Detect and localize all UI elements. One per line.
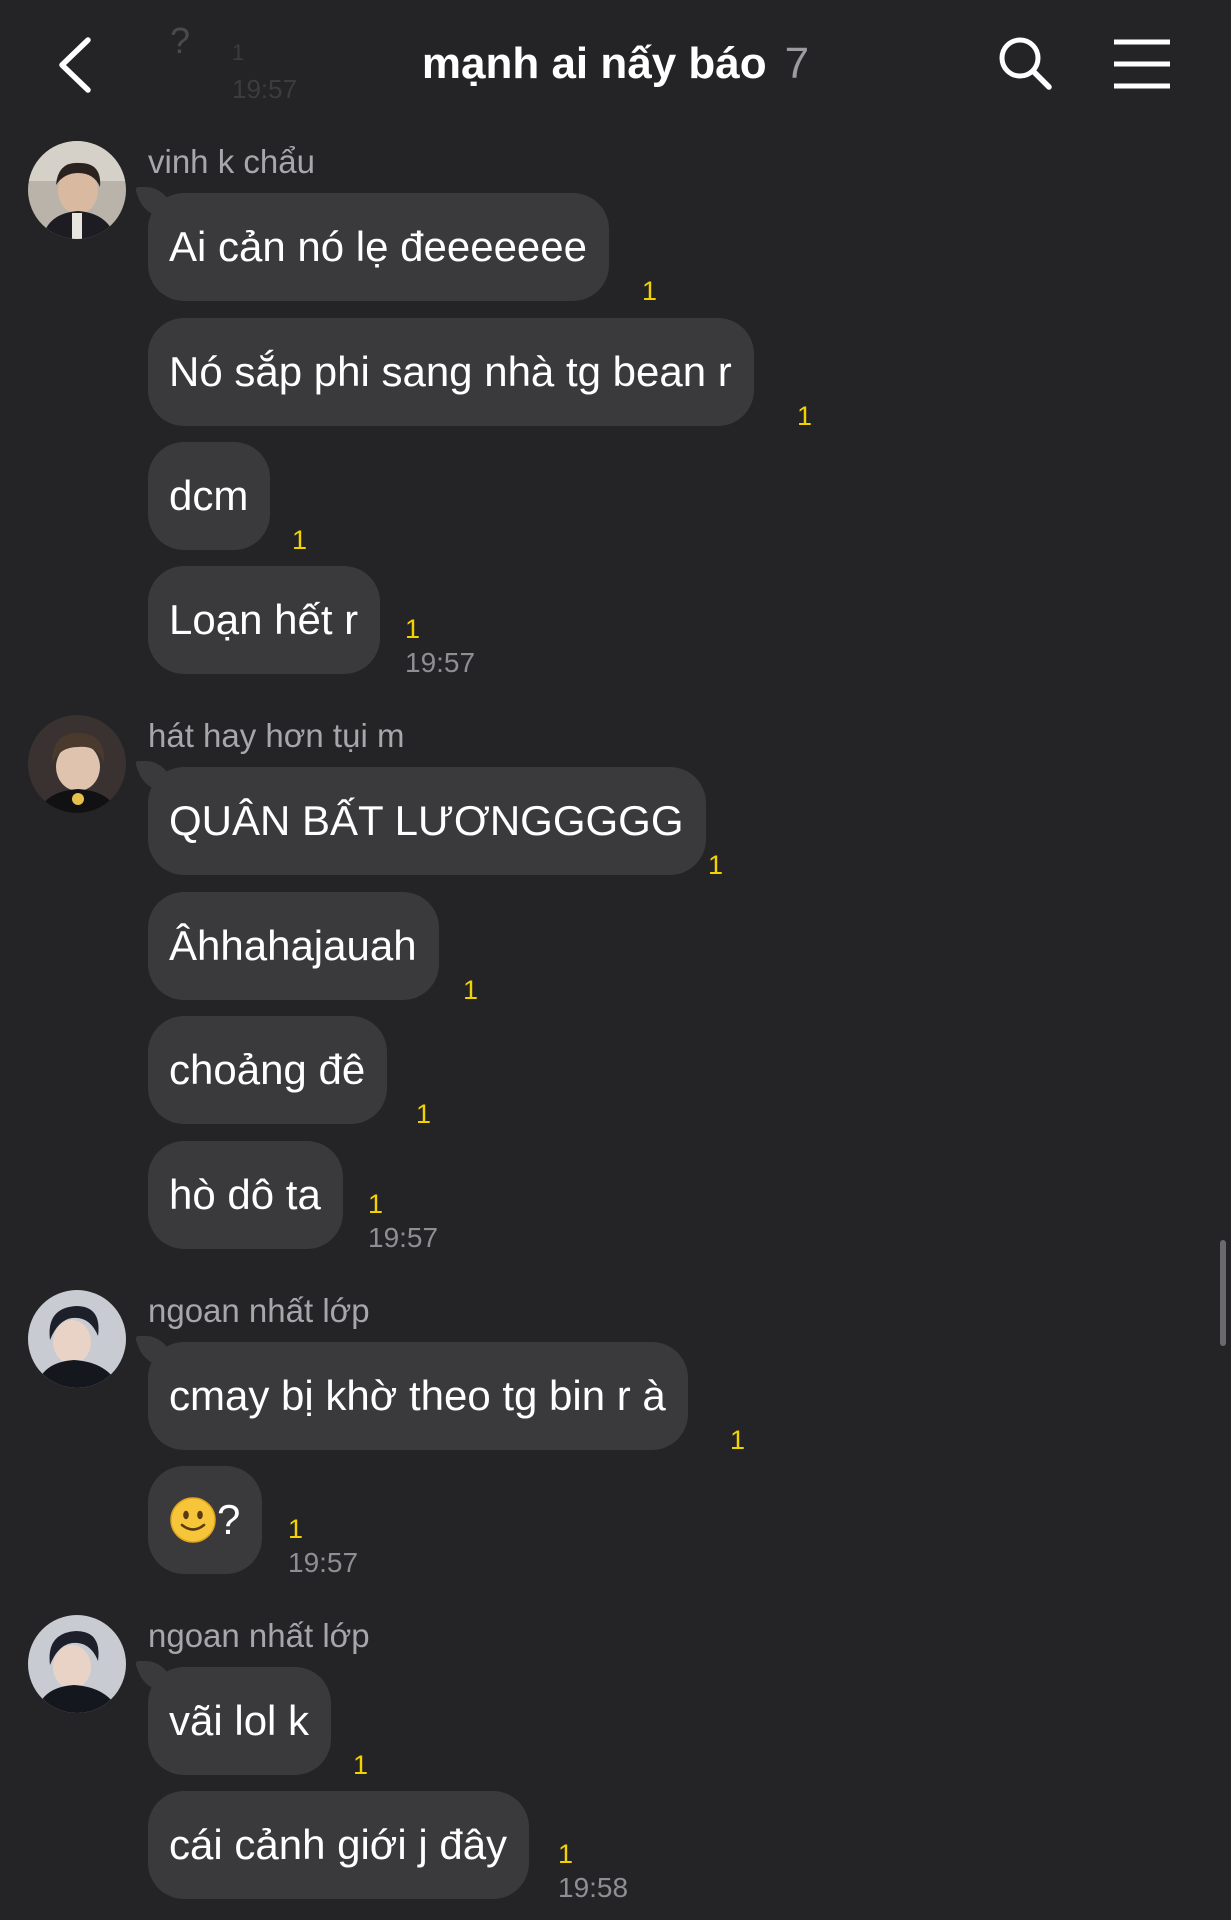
avatar-photo-icon bbox=[28, 715, 126, 813]
unread-count: 1 bbox=[292, 525, 308, 555]
sender-name: hát hay hơn tụi m bbox=[148, 717, 405, 754]
message-text: QUÂN BẤT LƯƠNGGGGG bbox=[169, 797, 684, 844]
message-text: cái cảnh giới j đây bbox=[169, 1821, 508, 1868]
unread-count: 1 bbox=[405, 614, 421, 644]
message-text: cmay bị khờ theo tg bin r à bbox=[169, 1372, 666, 1419]
unread-count: 1 bbox=[288, 1514, 304, 1544]
member-count: 7 bbox=[784, 39, 810, 88]
hamburger-menu-icon bbox=[1114, 39, 1170, 89]
sender-name: vinh k chẩu bbox=[148, 143, 315, 180]
search-icon bbox=[999, 37, 1052, 90]
unread-count: 1 bbox=[416, 1099, 432, 1129]
message-bubble[interactable]: cái cảnh giới j đây bbox=[148, 1791, 530, 1899]
message-text: ? bbox=[217, 1496, 241, 1543]
avatar[interactable] bbox=[28, 1615, 126, 1713]
chat-title: mạnh ai nấy báo bbox=[421, 39, 767, 88]
message-bubble[interactable]: Nó sắp phi sang nhà tg bean r bbox=[148, 318, 754, 426]
unread-count: 1 bbox=[730, 1425, 746, 1455]
message-bubble[interactable]: Loạn hết r bbox=[148, 566, 381, 674]
avatar-photo-icon bbox=[28, 1290, 126, 1388]
message-text: choảng đê bbox=[169, 1046, 366, 1093]
slightly-smiling-face-icon bbox=[170, 1497, 216, 1543]
message-bubble[interactable]: cmay bị khờ theo tg bin r à bbox=[148, 1342, 688, 1450]
avatar-photo-icon bbox=[28, 141, 126, 239]
sender-name: ngoan nhất lớp bbox=[148, 1617, 370, 1654]
message-bubble[interactable]: Ai cản nó lẹ đeeeeeee bbox=[148, 193, 610, 301]
message-text: Ai cản nó lẹ đeeeeeee bbox=[169, 223, 588, 270]
message-text: Nó sắp phi sang nhà tg bean r bbox=[169, 348, 732, 395]
message-bubble[interactable]: Âhhahajauah bbox=[148, 892, 439, 1000]
sender-name: ngoan nhất lớp bbox=[148, 1292, 370, 1329]
message-bubble[interactable]: dcm bbox=[148, 442, 271, 550]
menu-button[interactable] bbox=[1110, 36, 1174, 92]
message-bubble[interactable]: QUÂN BẤT LƯƠNGGGGG bbox=[148, 767, 706, 875]
message-text: Loạn hết r bbox=[169, 596, 359, 643]
avatar[interactable] bbox=[28, 1290, 126, 1388]
unread-count: 1 bbox=[797, 401, 813, 431]
message-text: hò dô ta bbox=[169, 1171, 321, 1218]
message-time: 19:57 bbox=[405, 647, 476, 678]
message-text: Âhhahajauah bbox=[169, 922, 417, 969]
message-text: vãi lol k bbox=[169, 1697, 310, 1744]
message-bubble[interactable]: vãi lol k bbox=[148, 1667, 332, 1775]
message-time: 19:57 bbox=[368, 1222, 439, 1253]
message-bubble[interactable]: choảng đê bbox=[148, 1016, 388, 1124]
unread-count: 1 bbox=[463, 975, 479, 1005]
message-bubble[interactable]: ? bbox=[148, 1466, 263, 1574]
unread-count: 1 bbox=[368, 1189, 384, 1219]
unread-count: 1 bbox=[708, 850, 724, 880]
search-button[interactable] bbox=[994, 32, 1058, 96]
chat-header: ? 1 19:57 mạnh ai nấy báo 7 bbox=[0, 0, 1231, 130]
unread-count: 1 bbox=[558, 1839, 574, 1869]
message-time: 19:57 bbox=[288, 1547, 359, 1578]
message-text: dcm bbox=[169, 472, 249, 519]
unread-count: 1 bbox=[642, 276, 658, 306]
message-time: 19:58 bbox=[558, 1872, 629, 1903]
scrollbar-thumb[interactable] bbox=[1220, 1240, 1226, 1346]
avatar-photo-icon bbox=[28, 1615, 126, 1713]
unread-count: 1 bbox=[353, 1750, 369, 1780]
avatar[interactable] bbox=[28, 715, 126, 813]
avatar[interactable] bbox=[28, 141, 126, 239]
message-bubble[interactable]: hò dô ta bbox=[148, 1141, 343, 1249]
